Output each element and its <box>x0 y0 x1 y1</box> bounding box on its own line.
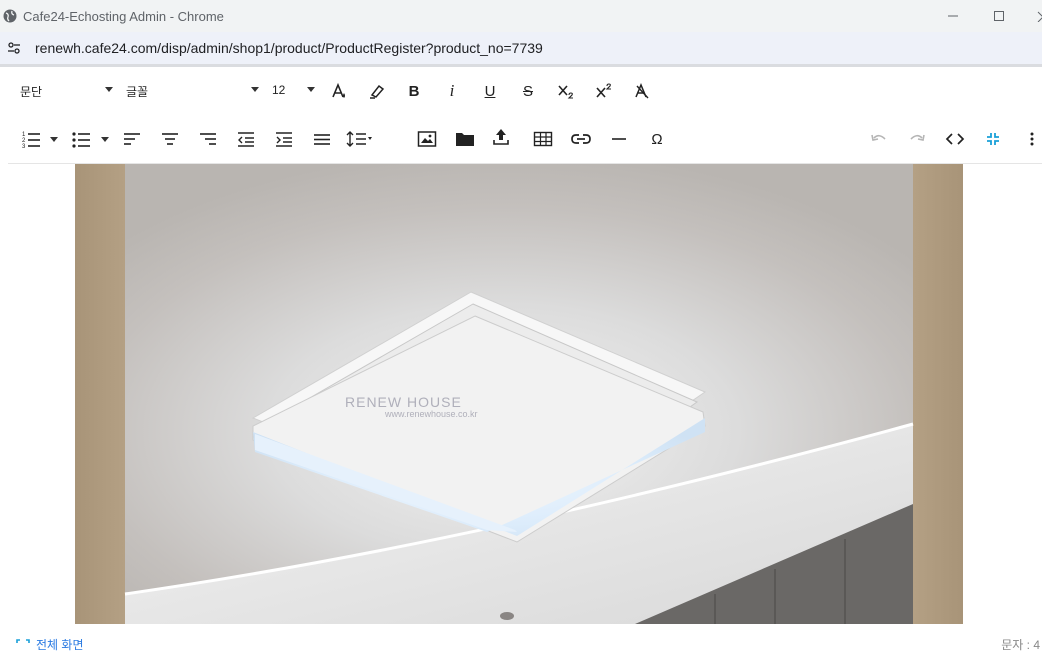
more-vertical-icon <box>1030 132 1034 146</box>
italic-button[interactable]: i <box>441 80 463 102</box>
align-right-icon <box>200 133 216 145</box>
special-char-button[interactable]: Ω <box>646 128 668 150</box>
underline-icon: U <box>484 82 496 100</box>
code-icon <box>945 133 965 145</box>
expand-icon <box>16 638 30 643</box>
justify-icon <box>314 134 330 145</box>
outdent-icon <box>238 132 254 147</box>
code-view-button[interactable] <box>944 128 966 150</box>
strikethrough-button[interactable]: S <box>517 80 539 102</box>
site-settings-icon[interactable] <box>7 41 21 55</box>
ceiling-lamp-illustration <box>124 291 914 624</box>
minimize-button[interactable] <box>943 6 963 26</box>
chevron-down-icon[interactable] <box>101 137 109 142</box>
line-height-icon <box>346 131 372 147</box>
upload-button[interactable] <box>490 126 512 148</box>
justify-button[interactable] <box>311 128 333 150</box>
watermark-url: www.renewhouse.co.kr <box>385 409 478 419</box>
editor-toolbar-row-1: 문단 글꼴 12 B i U S <box>0 67 1042 115</box>
subscript-icon <box>558 85 573 99</box>
font-select[interactable]: 글꼴 <box>126 83 148 100</box>
subscript-button[interactable] <box>555 80 577 102</box>
outdent-button[interactable] <box>235 128 257 150</box>
undo-icon <box>871 134 886 141</box>
line-height-button[interactable] <box>346 128 376 150</box>
ordered-list-button[interactable]: 1 2 3 <box>20 128 42 150</box>
editor-toolbar-row-2: 1 2 3 Ω <box>0 115 1042 163</box>
indent-icon <box>276 132 292 147</box>
folder-icon <box>456 133 474 146</box>
image-icon <box>417 131 437 147</box>
upload-icon <box>493 129 509 145</box>
paragraph-select[interactable]: 문단 <box>20 83 42 100</box>
svg-text:3: 3 <box>22 144 26 149</box>
exit-fullscreen-button[interactable] <box>982 128 1004 150</box>
strikethrough-icon: S <box>522 82 533 100</box>
editor-content[interactable]: RENEW HOUSE www.renewhouse.co.kr <box>0 164 1042 624</box>
align-center-button[interactable] <box>159 128 181 150</box>
maximize-icon <box>994 11 1004 21</box>
insert-image-button[interactable] <box>416 128 438 150</box>
redo-icon <box>910 134 925 141</box>
font-size-select[interactable]: 12 <box>272 83 285 97</box>
close-icon <box>1037 11 1042 22</box>
more-options-button[interactable] <box>1020 128 1042 150</box>
minimize-icon <box>948 15 958 17</box>
compress-icon <box>987 133 999 145</box>
horizontal-rule-icon <box>612 138 626 140</box>
horizontal-rule-button[interactable] <box>608 128 630 150</box>
redo-button[interactable] <box>906 128 928 150</box>
chevron-down-icon[interactable] <box>307 87 315 92</box>
chevron-down-icon[interactable] <box>105 87 113 92</box>
italic-icon: i <box>449 81 455 100</box>
chevron-down-icon[interactable] <box>251 87 259 92</box>
undo-button[interactable] <box>868 128 890 150</box>
font-color-button[interactable] <box>328 80 350 102</box>
watermark-brand: RENEW HOUSE <box>345 394 462 410</box>
highlighter-icon <box>370 84 385 99</box>
clear-format-icon <box>635 83 649 99</box>
fullscreen-label: 전체 화면 <box>36 638 84 652</box>
insert-table-button[interactable] <box>532 128 554 150</box>
maximize-button[interactable] <box>989 6 1009 26</box>
bullet-list-icon <box>72 132 90 148</box>
underline-button[interactable]: U <box>479 80 501 102</box>
window-titlebar: Cafe24-Echosting Admin - Chrome <box>0 0 1042 32</box>
align-left-icon <box>124 133 140 145</box>
globe-icon <box>3 9 17 23</box>
window-title: Cafe24-Echosting Admin - Chrome <box>23 9 224 24</box>
superscript-icon <box>596 83 611 98</box>
align-center-icon <box>162 133 178 145</box>
chevron-down-icon[interactable] <box>50 137 58 142</box>
superscript-button[interactable] <box>593 80 615 102</box>
align-left-button[interactable] <box>121 128 143 150</box>
font-color-icon <box>332 82 345 98</box>
omega-icon: Ω <box>651 130 663 148</box>
highlight-button[interactable] <box>366 80 388 102</box>
close-button[interactable] <box>1032 6 1042 26</box>
product-image[interactable]: RENEW HOUSE www.renewhouse.co.kr <box>75 164 963 624</box>
file-manager-button[interactable] <box>454 128 476 150</box>
char-count: 문자 : 4 <box>1001 638 1040 652</box>
link-icon <box>571 134 591 144</box>
bullet-list-button[interactable] <box>70 128 92 150</box>
bold-button[interactable]: B <box>403 80 425 102</box>
address-bar[interactable]: renewh.cafe24.com/disp/admin/shop1/produ… <box>0 32 1042 64</box>
fullscreen-toggle[interactable]: 전체 화면 <box>16 636 84 653</box>
indent-button[interactable] <box>273 128 295 150</box>
clear-format-button[interactable] <box>631 80 653 102</box>
align-right-button[interactable] <box>197 128 219 150</box>
bold-icon: B <box>408 82 420 100</box>
editor-footer: 전체 화면 문자 : 4 <box>0 624 1042 652</box>
url-text[interactable]: renewh.cafe24.com/disp/admin/shop1/produ… <box>35 40 543 56</box>
insert-link-button[interactable] <box>570 128 592 150</box>
table-icon <box>533 131 553 147</box>
ordered-list-icon: 1 2 3 <box>22 132 40 149</box>
